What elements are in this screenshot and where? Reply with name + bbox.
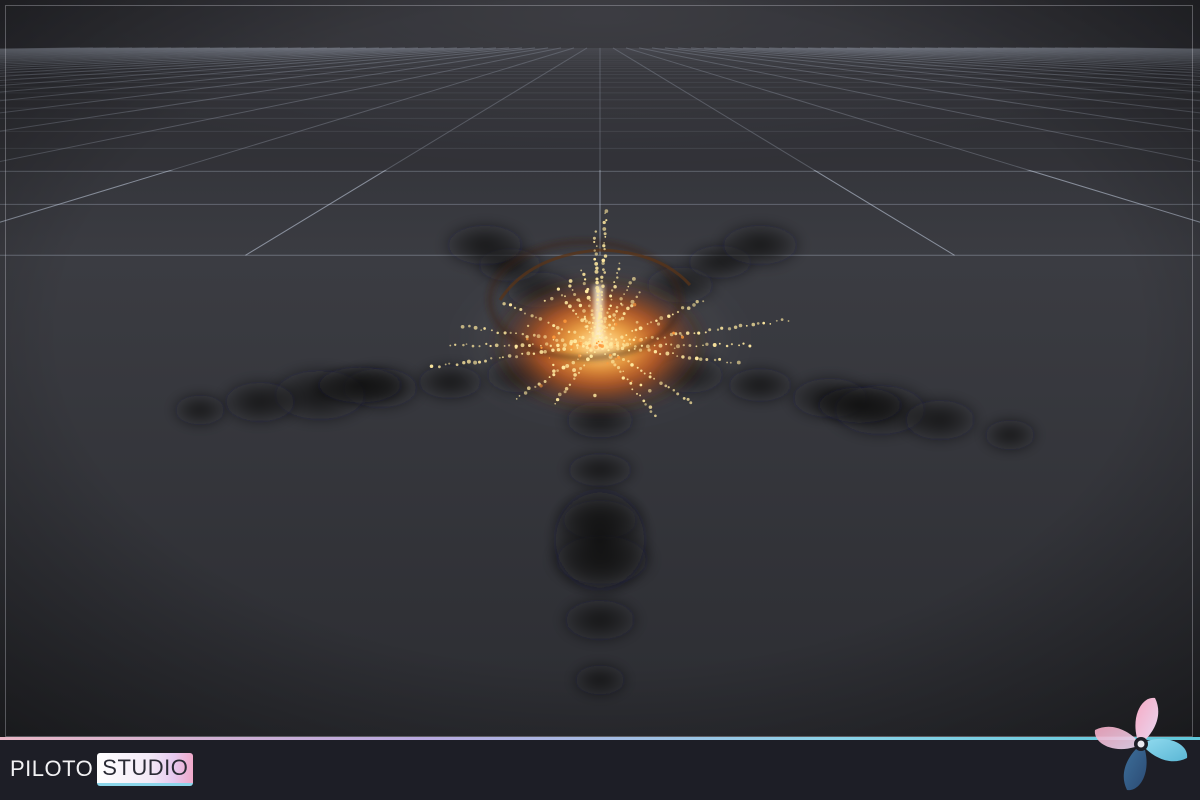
effect-scene: [0, 0, 1200, 740]
vignette: [0, 0, 1200, 740]
viewport[interactable]: [0, 0, 1200, 740]
brand-name: PILOTO: [10, 756, 94, 781]
brand-logo-text: PILOTO STUDIO: [10, 752, 194, 786]
fan-icon: [1094, 697, 1188, 791]
brand-badge: STUDIO: [97, 752, 194, 786]
